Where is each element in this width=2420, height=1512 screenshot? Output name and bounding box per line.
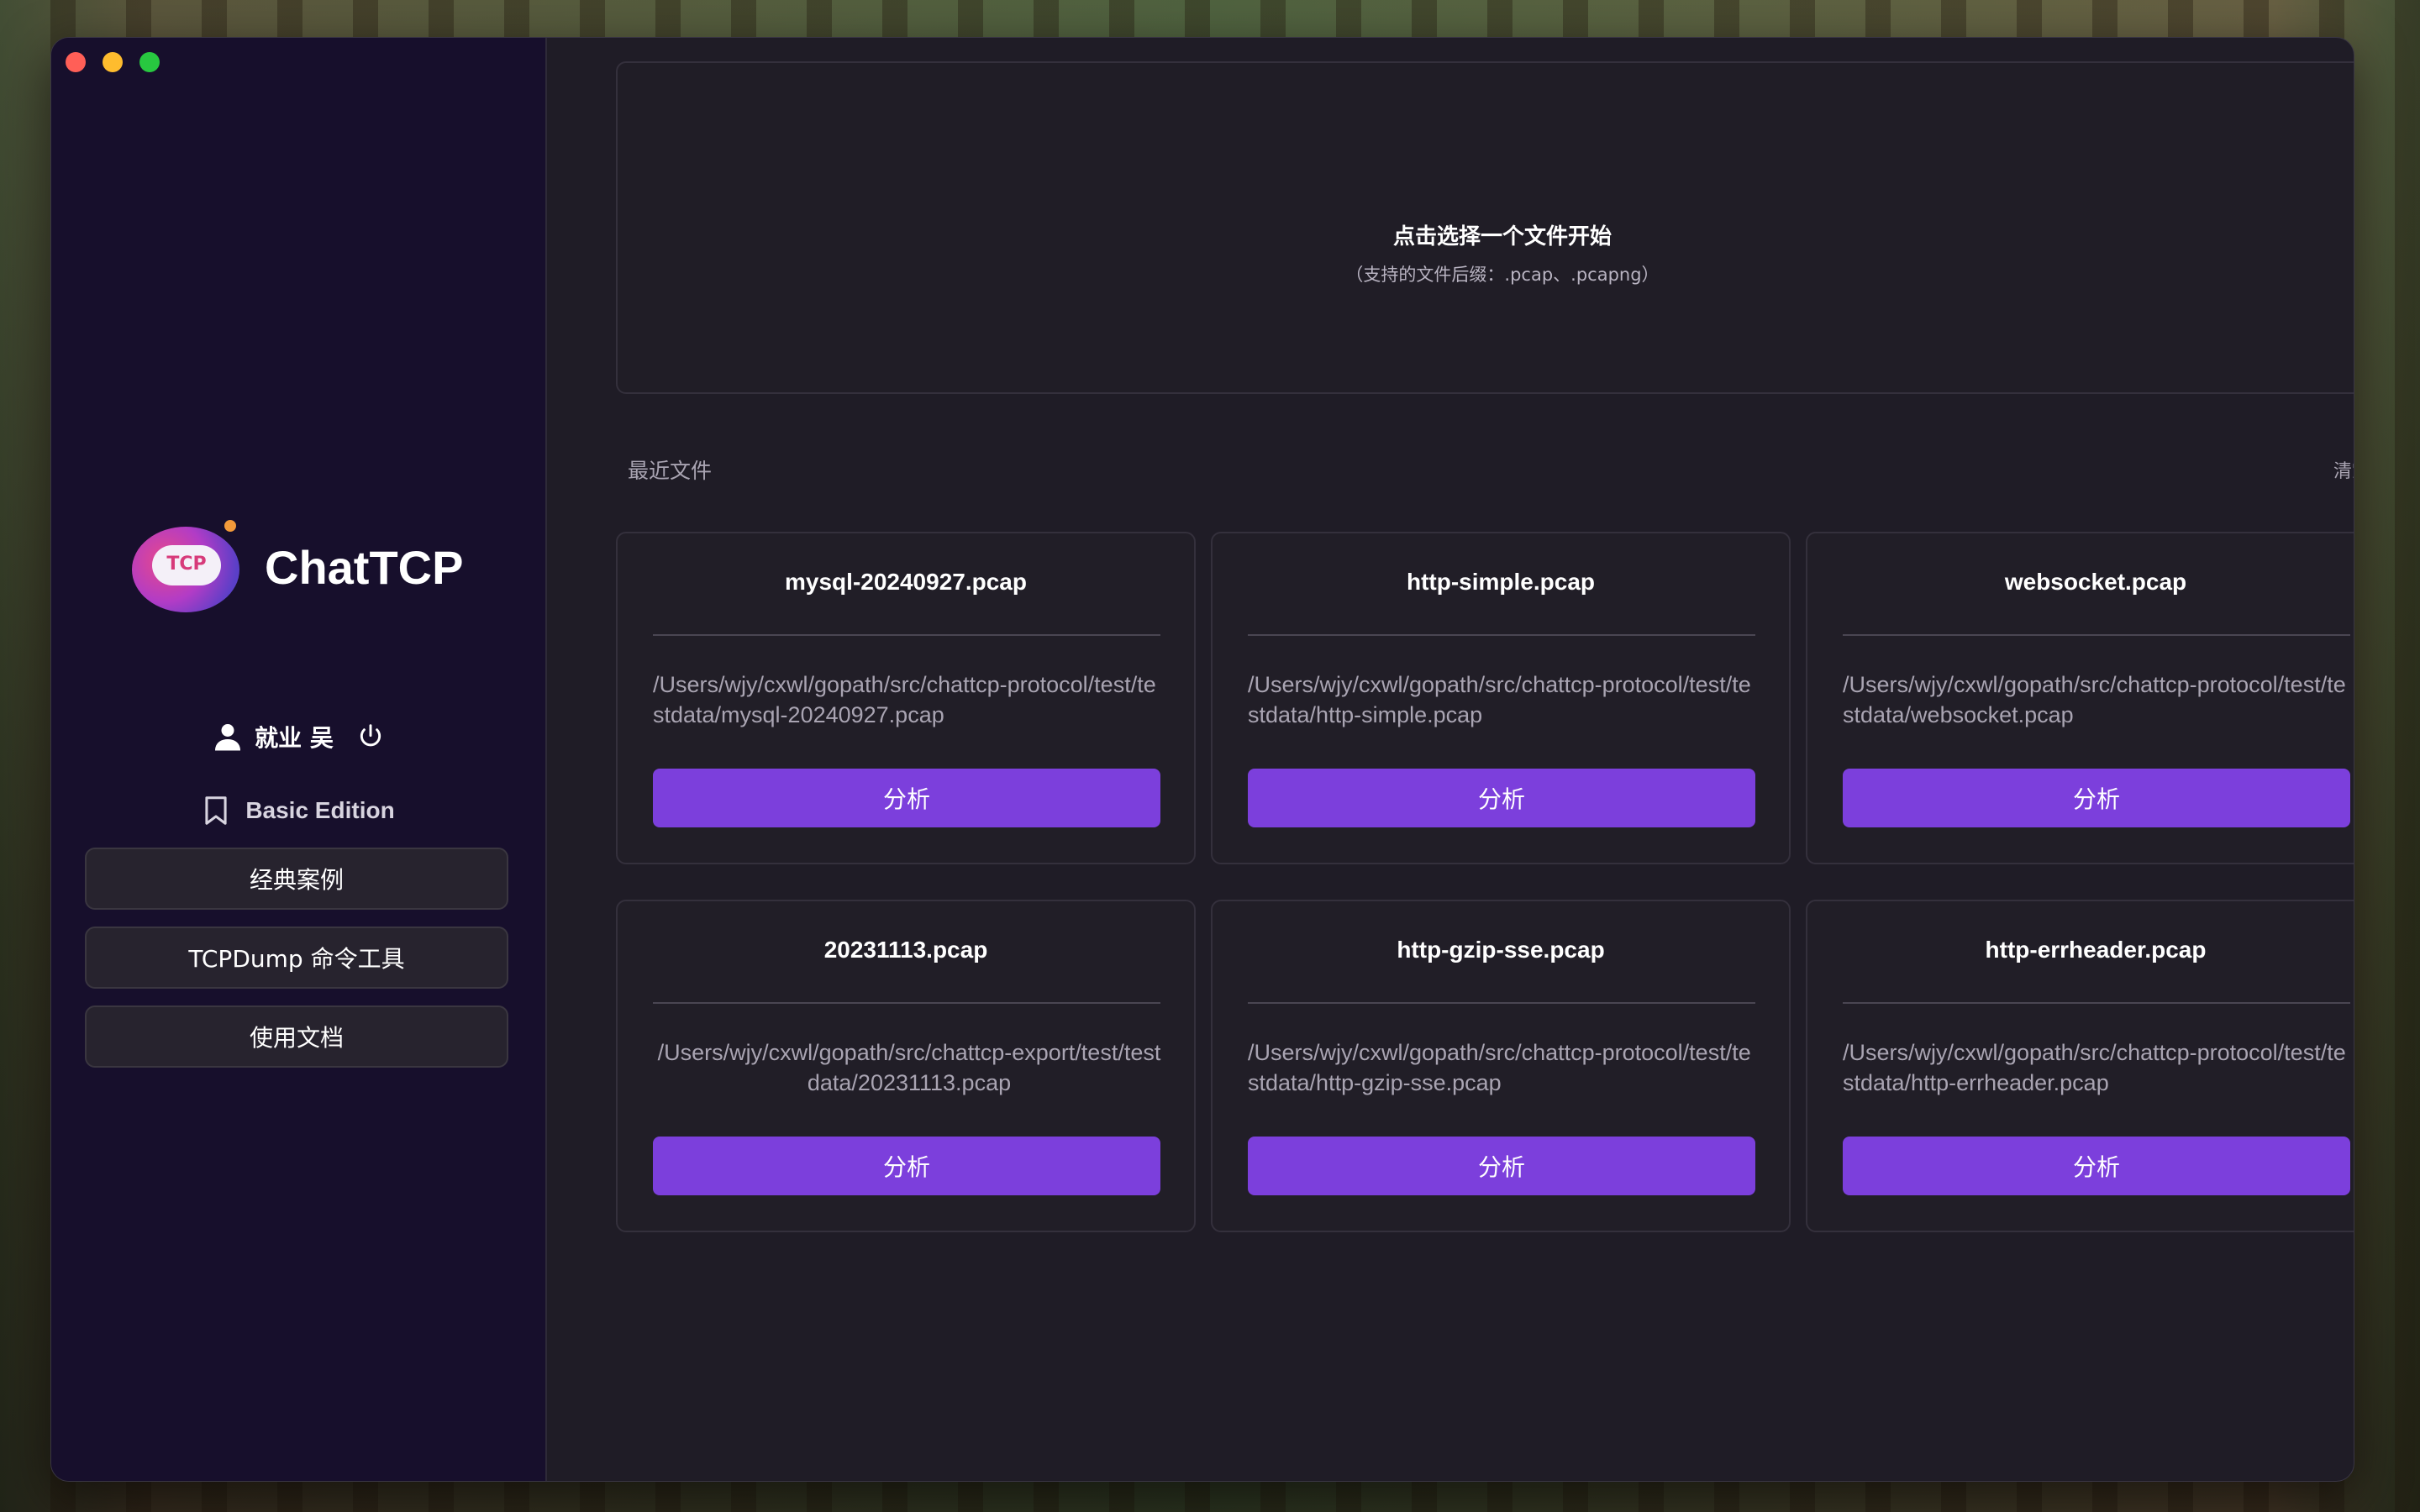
user-name: 就业 吴 bbox=[255, 724, 334, 752]
card-divider bbox=[1843, 634, 2350, 636]
file-path: /Users/wjy/cxwl/gopath/src/chattcp-expor… bbox=[657, 1040, 1161, 1095]
file-name: mysql-20240927.pcap bbox=[785, 569, 1027, 595]
file-path: /Users/wjy/cxwl/gopath/src/chattcp-proto… bbox=[1843, 1040, 2346, 1095]
main-content: 点击选择一个文件开始 （支持的文件后缀：.pcap、.pcapng） 最近文件 … bbox=[547, 38, 2354, 1481]
file-path: /Users/wjy/cxwl/gopath/src/chattcp-proto… bbox=[1248, 1040, 1751, 1095]
file-path: /Users/wjy/cxwl/gopath/src/chattcp-proto… bbox=[1843, 672, 2346, 727]
analyze-button[interactable]: 分析 bbox=[1248, 1137, 1755, 1195]
sidebar-nav: 经典案例 TCPDump 命令工具 使用文档 bbox=[85, 848, 508, 1068]
dropzone-subtitle: （支持的文件后缀：.pcap、.pcapng） bbox=[1345, 265, 1660, 285]
file-path: /Users/wjy/cxwl/gopath/src/chattcp-proto… bbox=[1248, 672, 1751, 727]
window-controls bbox=[66, 52, 160, 72]
bookmark-icon bbox=[205, 796, 227, 825]
classic-cases-button[interactable]: 经典案例 bbox=[85, 848, 508, 910]
file-card: http-gzip-sse.pcap /Users/wjy/cxwl/gopat… bbox=[1211, 900, 1791, 1232]
recent-files-header: 最近文件 清空 bbox=[628, 454, 2354, 485]
analyze-button[interactable]: 分析 bbox=[653, 769, 1160, 827]
app-window: TCP ChatTCP 就业 吴 Basic Edition 经典案例 TCPD… bbox=[50, 37, 2354, 1482]
file-card: http-errheader.pcap /Users/wjy/cxwl/gopa… bbox=[1806, 900, 2354, 1232]
brand-name: ChatTCP bbox=[265, 540, 464, 594]
file-card: http-simple.pcap /Users/wjy/cxwl/gopath/… bbox=[1211, 532, 1791, 864]
recent-files-title: 最近文件 bbox=[628, 459, 713, 483]
edition-label: Basic Edition bbox=[245, 797, 395, 823]
file-name: http-simple.pcap bbox=[1406, 569, 1595, 595]
recent-files-grid: mysql-20240927.pcap /Users/wjy/cxwl/gopa… bbox=[616, 532, 2354, 1232]
chattcp-logo-icon: TCP bbox=[132, 520, 243, 614]
file-card: 20231113.pcap /Users/wjy/cxwl/gopath/src… bbox=[616, 900, 1196, 1232]
analyze-button[interactable]: 分析 bbox=[1843, 769, 2350, 827]
brand: TCP ChatTCP bbox=[132, 520, 463, 614]
card-divider bbox=[1248, 1002, 1755, 1004]
card-divider bbox=[1248, 634, 1755, 636]
file-dropzone[interactable]: 点击选择一个文件开始 （支持的文件后缀：.pcap、.pcapng） bbox=[616, 61, 2354, 394]
edition-row: Basic Edition bbox=[51, 795, 545, 826]
close-window-button[interactable] bbox=[66, 52, 86, 72]
user-icon bbox=[215, 724, 241, 751]
sidebar: TCP ChatTCP 就业 吴 Basic Edition 经典案例 TCPD… bbox=[51, 38, 547, 1481]
card-divider bbox=[1843, 1002, 2350, 1004]
clear-recent-button[interactable]: 清空 bbox=[2333, 456, 2354, 483]
zoom-window-button[interactable] bbox=[139, 52, 160, 72]
file-name: http-errheader.pcap bbox=[1985, 937, 2207, 963]
analyze-button[interactable]: 分析 bbox=[653, 1137, 1160, 1195]
file-card: websocket.pcap /Users/wjy/cxwl/gopath/sr… bbox=[1806, 532, 2354, 864]
file-card: mysql-20240927.pcap /Users/wjy/cxwl/gopa… bbox=[616, 532, 1196, 864]
minimize-window-button[interactable] bbox=[103, 52, 123, 72]
analyze-button[interactable]: 分析 bbox=[1248, 769, 1755, 827]
tcpdump-tool-button[interactable]: TCPDump 命令工具 bbox=[85, 927, 508, 989]
file-name: 20231113.pcap bbox=[823, 937, 988, 963]
file-path: /Users/wjy/cxwl/gopath/src/chattcp-proto… bbox=[653, 672, 1156, 727]
dropzone-title: 点击选择一个文件开始 bbox=[1392, 224, 1612, 249]
card-divider bbox=[653, 634, 1160, 636]
user-row: 就业 吴 bbox=[51, 720, 545, 753]
analyze-button[interactable]: 分析 bbox=[1843, 1137, 2350, 1195]
file-name: websocket.pcap bbox=[2004, 569, 2187, 595]
docs-button[interactable]: 使用文档 bbox=[85, 1005, 508, 1068]
file-name: http-gzip-sse.pcap bbox=[1397, 937, 1605, 963]
card-divider bbox=[653, 1002, 1160, 1004]
power-icon[interactable] bbox=[357, 723, 384, 750]
